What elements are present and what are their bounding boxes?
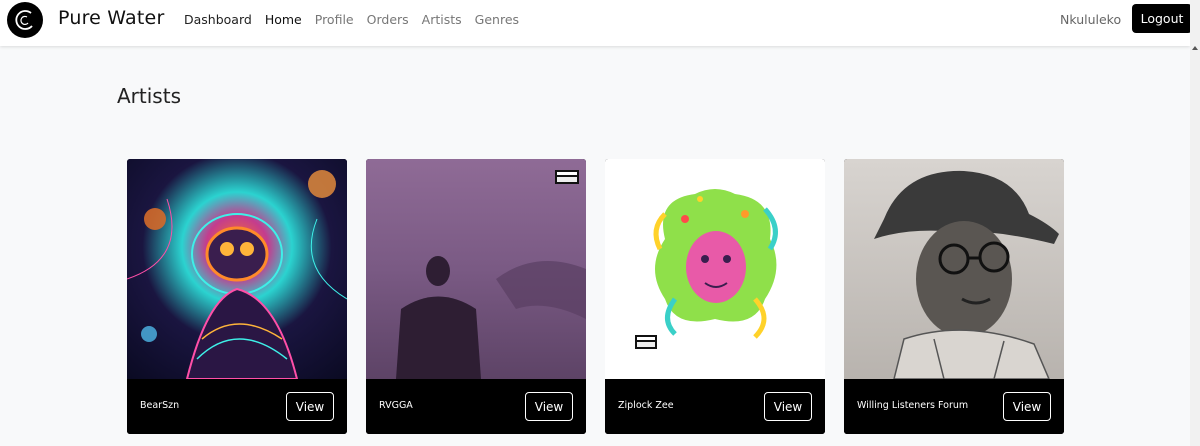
pencil-sketch-portrait-icon [844, 159, 1064, 380]
nav-link-orders[interactable]: Orders [367, 12, 409, 27]
artist-card: Ziplock Zee View [605, 159, 825, 434]
artist-card-footer: Willing Listeners Forum View [844, 379, 1064, 434]
view-artist-button[interactable]: View [1003, 392, 1051, 421]
navbar: Pure Water Dashboard Home Profile Orders… [0, 0, 1192, 46]
nav-link-artists[interactable]: Artists [422, 12, 462, 27]
scrollbar[interactable] [1190, 0, 1200, 446]
artist-card-footer: Ziplock Zee View [605, 379, 825, 434]
artist-name: RVGGA [379, 400, 413, 411]
nav-link-dashboard[interactable]: Dashboard [184, 12, 252, 27]
cosmic-astronaut-artwork-icon [127, 159, 347, 380]
username-label[interactable]: Nkululeko [1060, 12, 1121, 27]
view-artist-button[interactable]: View [286, 392, 334, 421]
artist-card: RVGGA View [366, 159, 586, 434]
artist-card-footer: RVGGA View [366, 379, 586, 434]
artist-portrait-purple-icon [366, 159, 586, 379]
artist-card: BearSzn View [127, 159, 347, 434]
nav-link-profile[interactable]: Profile [315, 12, 354, 27]
nav-link-genres[interactable]: Genres [475, 12, 519, 27]
brand-logo-icon[interactable] [7, 2, 43, 38]
colorful-medusa-artwork-icon [605, 159, 825, 379]
nav-link-home[interactable]: Home [265, 12, 302, 27]
artist-name: Ziplock Zee [618, 400, 674, 411]
artist-card: Willing Listeners Forum View [844, 159, 1064, 434]
nav-links: Dashboard Home Profile Orders Artists Ge… [184, 12, 532, 27]
artist-name: Willing Listeners Forum [857, 400, 969, 411]
brand-name[interactable]: Pure Water [58, 7, 164, 29]
artist-name: BearSzn [140, 400, 180, 411]
scroll-up-arrow-icon[interactable] [1192, 46, 1198, 50]
view-artist-button[interactable]: View [764, 392, 812, 421]
page-title: Artists [117, 84, 181, 108]
view-artist-button[interactable]: View [525, 392, 573, 421]
logout-button[interactable]: Logout [1132, 4, 1192, 33]
artist-card-footer: BearSzn View [127, 379, 347, 434]
